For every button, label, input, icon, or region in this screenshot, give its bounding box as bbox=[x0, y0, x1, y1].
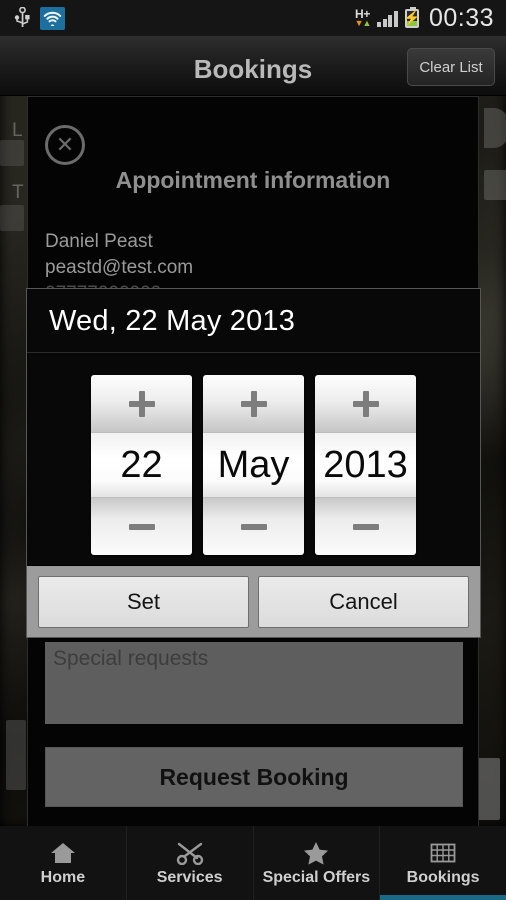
minus-icon bbox=[128, 523, 155, 530]
special-requests-input[interactable]: Special requests bbox=[45, 642, 463, 724]
customer-name: Daniel Peast bbox=[45, 231, 153, 252]
minus-icon bbox=[240, 523, 267, 530]
month-increment-button[interactable] bbox=[203, 375, 304, 432]
cancel-button[interactable]: Cancel bbox=[258, 575, 469, 628]
status-bar-right: H+ ▼▲ ⚡ 00:33 bbox=[355, 4, 506, 33]
month-value[interactable]: May bbox=[203, 432, 304, 498]
tab-bookings-label: Bookings bbox=[406, 869, 480, 886]
day-decrement-button[interactable] bbox=[91, 498, 192, 555]
scissors-icon bbox=[176, 839, 204, 865]
set-button[interactable]: Set bbox=[38, 575, 249, 628]
tab-bookings[interactable]: Bookings bbox=[380, 826, 506, 900]
date-picker-actions: Set Cancel bbox=[27, 565, 480, 637]
day-spinner: 22 bbox=[91, 375, 192, 555]
request-booking-button[interactable]: Request Booking bbox=[45, 747, 463, 807]
usb-icon bbox=[14, 6, 31, 29]
status-bar-clock: 00:33 bbox=[428, 3, 494, 32]
month-spinner: May bbox=[203, 375, 304, 555]
year-increment-button[interactable] bbox=[315, 375, 416, 432]
action-bar: Bookings Clear List bbox=[0, 36, 506, 96]
date-picker-header: Wed, 22 May 2013 bbox=[49, 305, 296, 337]
status-bar: H+ ▼▲ ⚡ 00:33 bbox=[0, 0, 506, 36]
battery-charging-icon: ⚡ bbox=[403, 6, 421, 28]
signal-bars-icon bbox=[377, 10, 398, 27]
plus-icon bbox=[128, 390, 155, 417]
year-value[interactable]: 2013 bbox=[315, 432, 416, 498]
plus-icon bbox=[352, 390, 379, 417]
wifi-icon bbox=[40, 6, 65, 30]
clear-list-button[interactable]: Clear List bbox=[407, 48, 495, 86]
star-icon bbox=[303, 839, 329, 865]
home-icon bbox=[50, 839, 76, 865]
tab-services-label: Services bbox=[156, 869, 223, 886]
tab-special-offers[interactable]: Special Offers bbox=[254, 826, 381, 900]
day-increment-button[interactable] bbox=[91, 375, 192, 432]
status-bar-left bbox=[0, 6, 65, 30]
tab-special-offers-label: Special Offers bbox=[262, 869, 371, 886]
minus-icon bbox=[352, 523, 379, 530]
tab-services[interactable]: Services bbox=[127, 826, 254, 900]
plus-icon bbox=[240, 390, 267, 417]
year-decrement-button[interactable] bbox=[315, 498, 416, 555]
app-screen: L T H+ ▼▲ ⚡ 00:33 Bookings Clear List ✕ … bbox=[0, 0, 506, 900]
tab-home-label: Home bbox=[40, 869, 86, 886]
tab-bookings-active-indicator bbox=[380, 895, 506, 900]
date-picker-spinners: 22 May 2013 bbox=[27, 353, 480, 565]
month-decrement-button[interactable] bbox=[203, 498, 304, 555]
tab-home[interactable]: Home bbox=[0, 826, 127, 900]
data-transfer-arrows-icon: ▼▲ bbox=[354, 18, 372, 28]
calendar-grid-icon bbox=[430, 839, 456, 865]
appointment-dialog-title: Appointment information bbox=[115, 167, 391, 193]
date-picker-dialog: Wed, 22 May 2013 22 May 2013 Set Cancel bbox=[26, 288, 481, 638]
close-icon[interactable]: ✕ bbox=[45, 125, 85, 165]
network-type-indicator: H+ ▼▲ bbox=[354, 8, 372, 28]
bottom-tab-bar: Home Services Special Offers Bookings bbox=[0, 826, 506, 900]
year-spinner: 2013 bbox=[315, 375, 416, 555]
day-value[interactable]: 22 bbox=[91, 432, 192, 498]
customer-email: peastd@test.com bbox=[45, 257, 194, 278]
